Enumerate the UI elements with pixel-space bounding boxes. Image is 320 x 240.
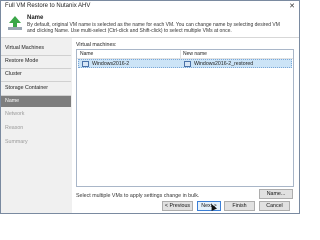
sidebar-item-storage-container[interactable]: Storage Container (1, 83, 71, 94)
bulk-hint-text: Select multiple VMs to apply settings ch… (76, 193, 200, 199)
column-header-name[interactable]: Name (80, 50, 93, 58)
vm-name-cell: Windows2016-2 (92, 61, 130, 67)
green-arrow-up-icon (8, 16, 22, 30)
sidebar-item-reason: Reason (5, 125, 24, 131)
sidebar-item-virtual-machines[interactable]: Virtual Machines (1, 43, 71, 54)
virtual-machines-label: Virtual machines: (76, 42, 117, 48)
sidebar-item-name[interactable]: Name (1, 96, 71, 107)
window-title: Full VM Restore to Nutanix AHV (5, 3, 91, 9)
column-divider (180, 50, 181, 58)
vm-icon (184, 61, 191, 67)
wizard-header: Name By default, original VM name is sel… (1, 12, 299, 38)
divider (1, 81, 71, 82)
vm-list[interactable]: Name New name Windows2016-2 Windows2016-… (76, 49, 294, 187)
finish-button[interactable]: Finish (224, 201, 255, 211)
previous-button[interactable]: < Previous (162, 201, 193, 211)
wizard-steps-sidebar: Virtual Machines Restore Mode Cluster St… (1, 38, 71, 213)
sidebar-item-summary: Summary (5, 139, 28, 145)
name-button[interactable]: Name... (259, 189, 293, 199)
restore-wizard-window: Full VM Restore to Nutanix AHV ✕ Name By… (0, 0, 300, 214)
vm-new-name-cell: Windows2016-2_restored (194, 61, 254, 67)
sidebar-item-network: Network (5, 111, 25, 117)
table-row[interactable]: Windows2016-2 Windows2016-2_restored (78, 59, 292, 68)
vm-list-header: Name New name (77, 50, 293, 59)
step-title: Name (27, 15, 44, 21)
sidebar-item-cluster[interactable]: Cluster (1, 69, 71, 80)
title-bar: Full VM Restore to Nutanix AHV ✕ (1, 1, 299, 12)
sidebar-item-restore-mode[interactable]: Restore Mode (1, 56, 71, 67)
step-description: By default, original VM name is selected… (27, 22, 280, 34)
close-icon[interactable]: ✕ (289, 1, 295, 12)
cancel-button[interactable]: Cancel (259, 201, 290, 211)
main-content: Virtual machines: Name New name Windows2… (72, 38, 299, 213)
vm-icon (82, 61, 89, 67)
column-header-new-name[interactable]: New name (183, 50, 207, 58)
